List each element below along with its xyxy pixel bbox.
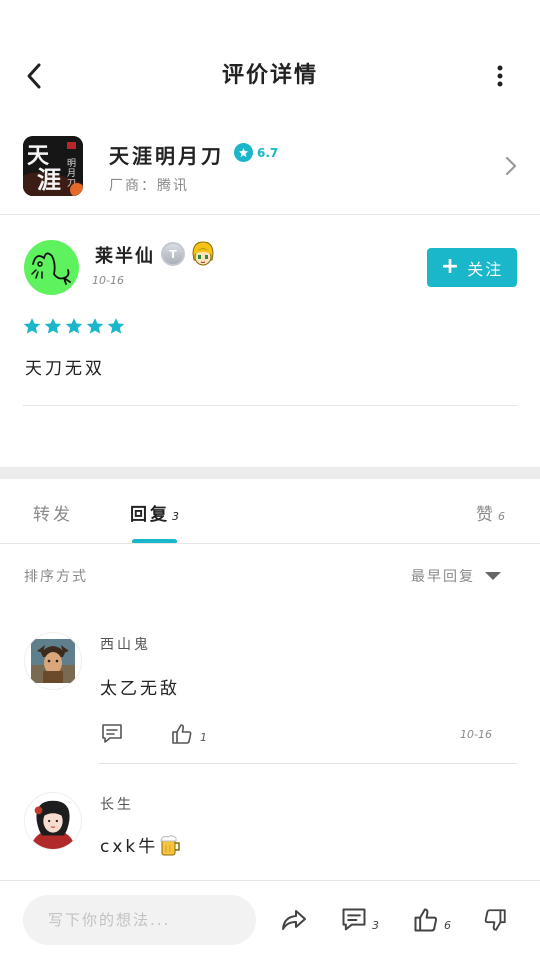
star-icon — [23, 318, 41, 334]
tab-likes-count: 6 — [498, 510, 505, 523]
comment-text-content: 太乙无敌 — [100, 679, 180, 699]
comment-avatar[interactable] — [24, 792, 82, 850]
more-vertical-icon — [497, 65, 503, 87]
sort-label: 排序方式 — [24, 569, 88, 585]
review-date: 10-16 — [92, 274, 124, 287]
thumbs-up-icon — [414, 908, 438, 932]
comment-input[interactable] — [23, 895, 256, 945]
scorpio-glyph-icon — [31, 252, 71, 285]
rating-value: 6.7 — [257, 145, 279, 160]
section-separator — [0, 467, 540, 479]
game-maker: 厂商：腾讯 — [109, 175, 189, 195]
dislike-button[interactable] — [482, 906, 508, 934]
follow-button[interactable]: + 关注 — [427, 248, 517, 287]
character-badge-icon — [190, 240, 216, 268]
game-rating: 6.7 — [234, 143, 278, 162]
star-icon — [234, 143, 253, 162]
comment-date: 10-16 — [460, 728, 492, 741]
divider — [0, 214, 540, 215]
divider — [98, 763, 517, 764]
comment-text: 太乙无敌 — [100, 674, 180, 699]
game-detail-link[interactable] — [500, 152, 522, 180]
tab-likes-label: 赞 — [476, 505, 496, 525]
svg-text:明: 明 — [67, 158, 76, 169]
reviewer-name[interactable]: 莱半仙 — [95, 242, 155, 268]
review-text: 天刀无双 — [25, 359, 105, 379]
share-arrow-icon — [282, 910, 306, 930]
reviewer-avatar[interactable] — [24, 240, 79, 295]
comment-author[interactable]: 长生 — [100, 794, 134, 814]
star-icon — [44, 318, 62, 334]
star-icon — [65, 318, 83, 334]
tab-likes[interactable]: 赞6 — [476, 500, 505, 525]
maker-value: 腾讯 — [157, 178, 189, 194]
reply-count: 3 — [372, 919, 379, 932]
like-count: 6 — [444, 919, 451, 932]
divider — [23, 405, 517, 406]
more-options-button[interactable] — [484, 60, 516, 92]
follow-label: 关注 — [467, 259, 504, 279]
reply-button[interactable]: 3 — [340, 906, 379, 934]
comment-avatar[interactable] — [24, 632, 82, 690]
level-badge: T — [161, 242, 185, 266]
sort-dropdown[interactable]: 最早回复 — [411, 566, 501, 586]
tab-reply[interactable]: 回复 3 — [130, 500, 179, 525]
star-icon — [86, 318, 104, 334]
review-stars — [23, 317, 125, 335]
caret-down-icon — [485, 572, 501, 580]
comment-like-count: 1 — [200, 731, 207, 744]
game-icon[interactable]: 天 涯 明 月 刀 — [23, 136, 83, 196]
comment-author[interactable]: 西山鬼 — [100, 634, 151, 654]
tab-reply-count: 3 — [172, 510, 179, 523]
chevron-right-icon — [505, 156, 517, 176]
plus-icon: + — [440, 253, 462, 279]
page-title: 评价详情 — [221, 63, 318, 88]
comment-text: cxk牛 — [100, 832, 182, 857]
tab-reply-label: 回复 — [130, 505, 170, 525]
comment-reply-button[interactable] — [100, 722, 124, 746]
star-icon — [107, 318, 125, 334]
comment-avatar-art — [25, 793, 81, 849]
svg-text:涯: 涯 — [37, 165, 61, 194]
thumbs-up-icon — [172, 724, 192, 744]
game-logo-art: 天 涯 明 月 刀 — [23, 136, 83, 196]
sort-selected: 最早回复 — [411, 569, 475, 585]
beer-mug-icon — [160, 834, 181, 855]
maker-label: 厂商： — [109, 178, 157, 194]
comment-text-content: cxk牛 — [100, 837, 159, 857]
comment-icon — [102, 724, 122, 743]
divider — [0, 543, 540, 544]
comment-icon — [342, 908, 366, 931]
like-button[interactable]: 6 — [412, 906, 451, 934]
share-button[interactable] — [280, 906, 308, 934]
comment-like-button[interactable]: 1 — [170, 722, 207, 746]
svg-text:月: 月 — [67, 168, 76, 179]
thumbs-down-icon — [484, 909, 506, 931]
comment-avatar-art — [31, 639, 75, 683]
tab-repost[interactable]: 转发 — [33, 500, 73, 525]
game-name[interactable]: 天涯明月刀 — [109, 140, 224, 169]
